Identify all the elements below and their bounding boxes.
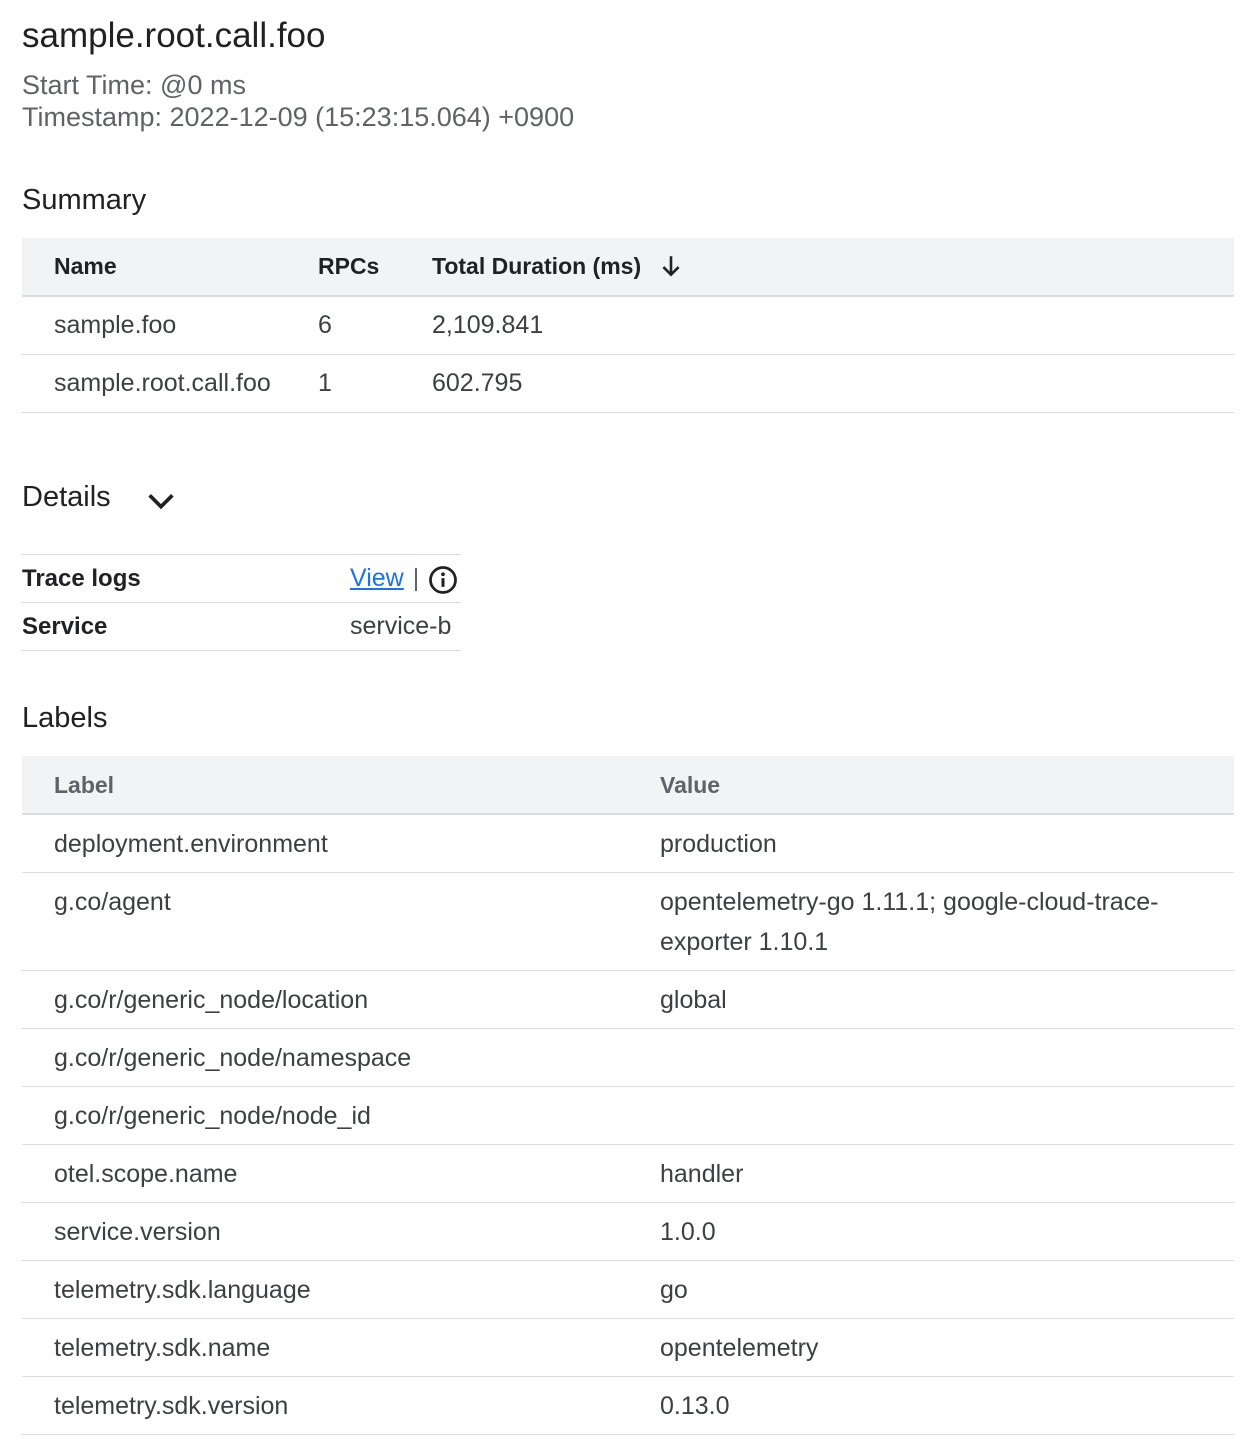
start-time: Start Time: @0 ms <box>22 70 246 100</box>
span-title: sample.root.call.foo <box>22 16 326 55</box>
timestamp: Timestamp: 2022-12-09 (15:23:15.064) +09… <box>22 102 575 132</box>
label-value: global <box>660 986 727 1014</box>
labels-header-row: Label Value <box>22 756 1234 815</box>
label-key: telemetry.sdk.version <box>54 1392 289 1420</box>
summary-name: sample.foo <box>54 311 177 339</box>
summary-rpcs: 1 <box>318 369 332 397</box>
column-header-label[interactable]: Label <box>54 770 114 800</box>
column-header-name[interactable]: Name <box>54 238 117 295</box>
label-value: 0.13.0 <box>660 1392 730 1420</box>
table-row: sample.foo 6 2,109.841 <box>22 297 1234 355</box>
service-label: Service <box>22 613 108 640</box>
label-key: g.co/agent <box>54 888 171 916</box>
table-row: g.co/agent opentelemetry-go 1.11.1; goog… <box>22 873 1234 971</box>
label-value: opentelemetry-go 1.11.1; google-cloud-tr… <box>660 888 1159 956</box>
label-key: service.version <box>54 1218 221 1246</box>
table-row: g.co/r/generic_node/location global <box>22 971 1234 1029</box>
column-header-rpcs[interactable]: RPCs <box>318 238 379 295</box>
label-key: g.co/r/generic_node/node_id <box>54 1102 371 1130</box>
summary-name: sample.root.call.foo <box>54 369 271 397</box>
label-key: telemetry.sdk.language <box>54 1276 311 1304</box>
label-value: production <box>660 830 777 858</box>
label-key: deployment.environment <box>54 830 328 858</box>
table-row: telemetry.sdk.name opentelemetry <box>22 1319 1234 1377</box>
label-key: otel.scope.name <box>54 1160 238 1188</box>
summary-duration: 2,109.841 <box>432 311 544 339</box>
table-row: g.co/r/generic_node/node_id <box>22 1087 1234 1145</box>
table-row: telemetry.sdk.language go <box>22 1261 1234 1319</box>
labels-table: Label Value deployment.environment produ… <box>22 756 1234 1435</box>
info-icon[interactable] <box>428 565 458 595</box>
label-value: go <box>660 1276 688 1304</box>
table-row: telemetry.sdk.version 0.13.0 <box>22 1377 1234 1435</box>
service-row: Service service-b <box>22 603 461 651</box>
trace-logs-row: Trace logs View | <box>22 555 461 603</box>
separator: | <box>412 564 420 592</box>
details-heading: Details <box>22 481 111 513</box>
table-row: deployment.environment production <box>22 815 1234 873</box>
view-trace-logs-link[interactable]: View <box>350 564 404 592</box>
table-row: sample.root.call.foo 1 602.795 <box>22 355 1234 413</box>
label-key: telemetry.sdk.name <box>54 1334 271 1362</box>
table-row: otel.scope.name handler <box>22 1145 1234 1203</box>
trace-logs-value: View | <box>350 555 419 602</box>
service-value: service-b <box>350 612 452 640</box>
labels-heading: Labels <box>22 702 108 734</box>
chevron-down-icon[interactable] <box>144 484 178 518</box>
label-key: g.co/r/generic_node/namespace <box>54 1044 412 1072</box>
summary-rpcs: 6 <box>318 311 332 339</box>
summary-heading: Summary <box>22 184 147 216</box>
table-row: service.version 1.0.0 <box>22 1203 1234 1261</box>
label-value: opentelemetry <box>660 1334 819 1362</box>
summary-header-row: Name RPCs Total Duration (ms) <box>22 238 1234 297</box>
column-header-value[interactable]: Value <box>660 770 1200 800</box>
label-value: 1.0.0 <box>660 1218 716 1246</box>
column-header-total-duration[interactable]: Total Duration (ms) <box>432 238 641 295</box>
details-table: Trace logs View | Service service-b <box>22 554 461 651</box>
summary-duration: 602.795 <box>432 369 523 397</box>
table-row: g.co/r/generic_node/namespace <box>22 1029 1234 1087</box>
label-key: g.co/r/generic_node/location <box>54 986 369 1014</box>
summary-table: Name RPCs Total Duration (ms) sample.foo… <box>22 238 1234 413</box>
arrow-down-icon[interactable] <box>658 252 684 280</box>
trace-logs-label: Trace logs <box>22 565 141 592</box>
label-value: handler <box>660 1160 744 1188</box>
